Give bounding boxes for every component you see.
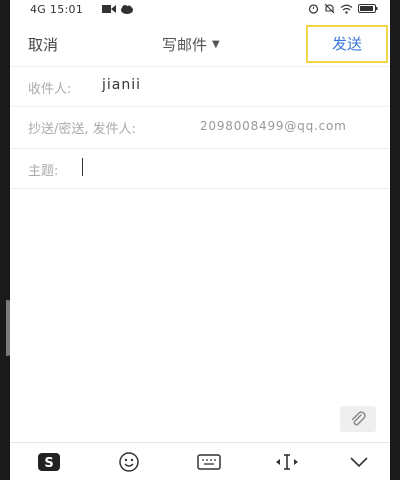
paperclip-icon	[351, 411, 366, 426]
text-cursor	[82, 158, 83, 176]
to-recipient[interactable]: jianii	[102, 77, 141, 93]
sender-address: 2098008499@qq.com	[200, 119, 347, 133]
cancel-button[interactable]: 取消	[28, 34, 58, 55]
video-icon	[102, 5, 116, 13]
wifi-icon	[340, 4, 353, 14]
phone-screen: 4G 15:01 取消 写邮件 ▼ 发送 收件人: jianii 抄送/密送, …	[10, 0, 390, 480]
subject-label: 主题:	[28, 164, 59, 179]
send-button[interactable]: 发送	[306, 25, 388, 63]
text-cursor-arrows-icon	[276, 454, 298, 470]
alarm-icon	[308, 4, 319, 14]
compose-header: 取消 写邮件 ▼ 发送	[10, 22, 390, 67]
subject-row[interactable]: 主题:	[10, 148, 390, 189]
compose-title-dropdown[interactable]: 写邮件 ▼	[162, 34, 220, 55]
keyboard-icon	[197, 454, 221, 470]
network-indicator: 4G	[30, 3, 47, 16]
sogou-button[interactable]: S	[34, 449, 64, 475]
status-time: 15:01	[49, 3, 84, 16]
to-row[interactable]: 收件人: jianii	[10, 66, 390, 107]
keyboard-toolbar: S	[10, 442, 390, 480]
caret-down-icon: ▼	[212, 39, 220, 50]
to-label: 收件人:	[28, 82, 72, 97]
sogou-s-icon: S	[38, 453, 60, 471]
cursor-move-button[interactable]	[272, 449, 302, 475]
attach-button[interactable]	[340, 406, 376, 432]
svg-text:S: S	[44, 456, 53, 471]
emoji-button[interactable]	[114, 449, 144, 475]
status-bar: 4G 15:01	[10, 0, 390, 20]
collapse-keyboard-button[interactable]	[344, 449, 374, 475]
cloud-icon	[121, 5, 133, 14]
message-body[interactable]	[10, 189, 390, 399]
smiley-icon	[119, 452, 139, 472]
cc-bcc-label: 抄送/密送, 发件人:	[28, 122, 137, 137]
battery-icon	[358, 4, 378, 13]
cc-bcc-row[interactable]: 抄送/密送, 发件人: 2098008499@qq.com	[10, 106, 390, 149]
page-title: 写邮件	[162, 36, 208, 54]
keyboard-button[interactable]	[194, 449, 224, 475]
mute-icon	[324, 3, 335, 14]
chevron-down-icon	[350, 457, 368, 468]
status-network-time: 4G 15:01	[30, 3, 83, 16]
